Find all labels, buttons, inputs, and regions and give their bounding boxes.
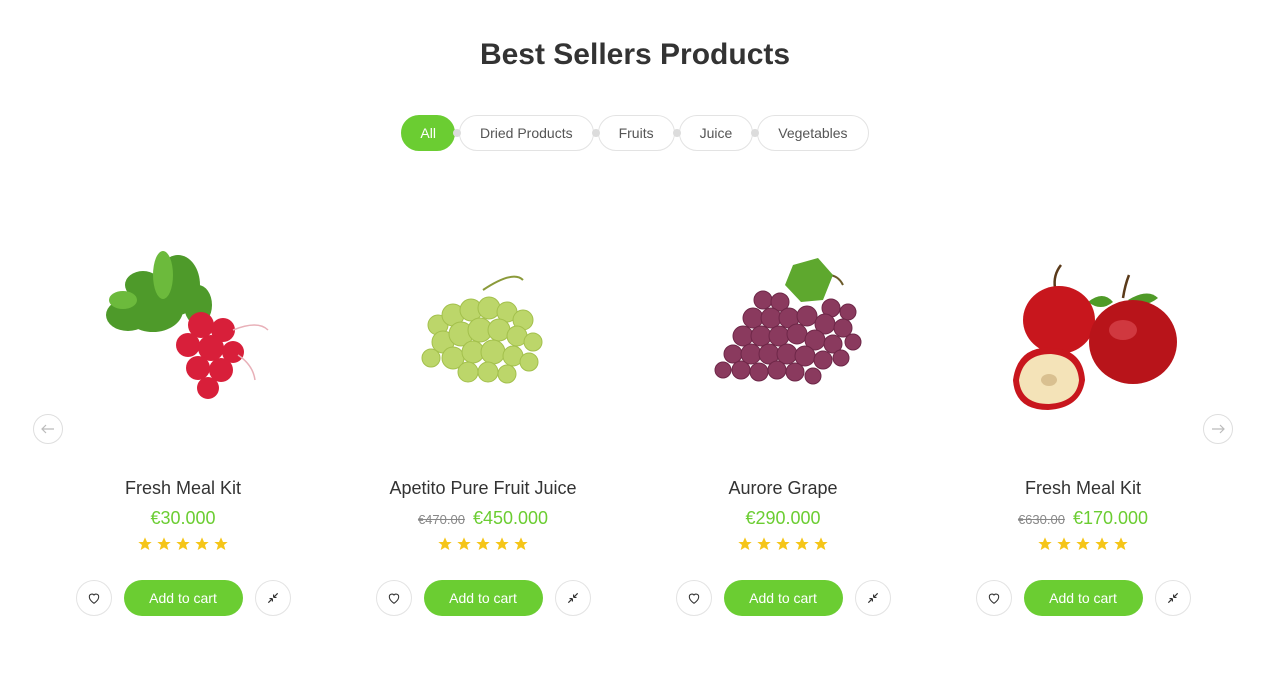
star-icon	[738, 537, 752, 550]
compare-icon	[1167, 592, 1178, 604]
heart-icon	[88, 593, 99, 604]
add-to-cart-button[interactable]: Add to cart	[1023, 580, 1143, 616]
rating-stars	[33, 536, 333, 552]
current-price: €30.000	[150, 508, 216, 528]
rating-stars	[333, 536, 633, 552]
wishlist-button[interactable]	[375, 580, 412, 616]
star-icon	[176, 537, 190, 550]
add-to-cart-button[interactable]: Add to cart	[123, 580, 243, 616]
product-name[interactable]: Fresh Meal Kit	[33, 478, 333, 499]
star-icon	[1095, 537, 1109, 550]
old-price: €630.00	[1017, 512, 1065, 527]
tab-juice[interactable]: Juice	[678, 115, 754, 151]
heart-icon	[988, 593, 999, 604]
product-card: Apetito Pure Fruit Juice €470.00 €450.00…	[333, 210, 633, 630]
product-carousel: Fresh Meal Kit €30.000 Add to cart Apeti…	[0, 210, 1270, 630]
tab-dried-products[interactable]: Dried Products	[458, 115, 594, 151]
category-tabs: All Dried Products Fruits Juice Vegetabl…	[0, 115, 1270, 151]
star-icon	[795, 537, 809, 550]
wishlist-button[interactable]	[975, 580, 1012, 616]
product-card: Fresh Meal Kit €630.00 €170.000 Add to c…	[933, 210, 1233, 630]
star-icon	[757, 537, 771, 550]
current-price: €450.000	[472, 508, 549, 528]
product-actions: Add to cart	[633, 580, 933, 616]
add-to-cart-button[interactable]: Add to cart	[723, 580, 843, 616]
star-icon	[438, 537, 452, 550]
star-icon	[776, 537, 790, 550]
add-to-cart-button[interactable]: Add to cart	[423, 580, 543, 616]
product-card: Fresh Meal Kit €30.000 Add to cart	[33, 210, 333, 630]
product-actions: Add to cart	[333, 580, 633, 616]
tab-separator-dot	[452, 129, 461, 137]
product-name[interactable]: Aurore Grape	[633, 478, 933, 499]
radish-icon[interactable]	[83, 230, 283, 430]
product-actions: Add to cart	[933, 580, 1233, 616]
product-name[interactable]: Apetito Pure Fruit Juice	[333, 478, 633, 499]
tab-separator-dot	[672, 129, 681, 137]
product-price: €30.000	[33, 508, 333, 529]
red-grapes-icon[interactable]	[683, 230, 883, 430]
tab-all[interactable]: All	[401, 115, 455, 151]
apples-icon[interactable]	[983, 230, 1183, 430]
rating-stars	[633, 536, 933, 552]
product-actions: Add to cart	[33, 580, 333, 616]
compare-button[interactable]	[554, 580, 591, 616]
product-card: Aurore Grape €290.000 Add to cart	[633, 210, 933, 630]
heart-icon	[388, 593, 399, 604]
green-grapes-icon[interactable]	[383, 230, 583, 430]
star-icon	[157, 537, 171, 550]
star-icon	[457, 537, 471, 550]
compare-icon	[867, 592, 878, 604]
old-price: €470.00	[417, 512, 465, 527]
rating-stars	[933, 536, 1233, 552]
product-price: €290.000	[633, 508, 933, 529]
star-icon	[1057, 537, 1071, 550]
star-icon	[138, 537, 152, 550]
heart-icon	[688, 593, 699, 604]
compare-button[interactable]	[254, 580, 291, 616]
compare-icon	[567, 592, 578, 604]
star-icon	[495, 537, 509, 550]
tab-fruits[interactable]: Fruits	[597, 115, 675, 151]
star-icon	[1076, 537, 1090, 550]
wishlist-button[interactable]	[75, 580, 112, 616]
tab-separator-dot	[591, 129, 600, 137]
compare-icon	[267, 592, 278, 604]
star-icon	[814, 537, 828, 550]
star-icon	[514, 537, 528, 550]
tab-vegetables[interactable]: Vegetables	[757, 115, 869, 151]
compare-button[interactable]	[854, 580, 891, 616]
product-name[interactable]: Fresh Meal Kit	[933, 478, 1233, 499]
star-icon	[1114, 537, 1128, 550]
star-icon	[476, 537, 490, 550]
star-icon	[195, 537, 209, 550]
compare-button[interactable]	[1154, 580, 1191, 616]
star-icon	[1038, 537, 1052, 550]
product-price: €630.00 €170.000	[933, 508, 1233, 529]
current-price: €170.000	[1072, 508, 1149, 528]
star-icon	[214, 537, 228, 550]
product-price: €470.00 €450.000	[333, 508, 633, 529]
current-price: €290.000	[745, 508, 821, 528]
section-title: Best Sellers Products	[479, 38, 791, 71]
wishlist-button[interactable]	[675, 580, 712, 616]
